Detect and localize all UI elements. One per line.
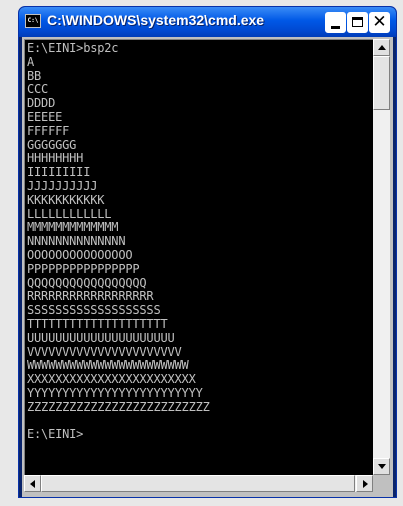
- output-line: LLLLLLLLLLLL: [27, 206, 112, 221]
- output-line: WWWWWWWWWWWWWWWWWWWWWWW: [27, 358, 189, 373]
- output-line: UUUUUUUUUUUUUUUUUUUUU: [27, 330, 175, 345]
- close-button[interactable]: ✕: [369, 12, 390, 33]
- output-line: PPPPPPPPPPPPPPPP: [27, 261, 140, 276]
- output-line: GGGGGGG: [27, 137, 77, 152]
- output-line: DDDD: [27, 96, 56, 111]
- output-line: RRRRRRRRRRRRRRRRRR: [27, 289, 154, 304]
- output-line: QQQQQQQQQQQQQQQQQ: [27, 275, 147, 290]
- window-frame: E:\EINI>bsp2c A BB CCC DDDD EEEEE FFFFFF GGGGGG…: [22, 37, 393, 497]
- scroll-down-button[interactable]: [373, 458, 390, 475]
- output-line: YYYYYYYYYYYYYYYYYYYYYYYYY: [27, 386, 203, 400]
- scroll-up-button[interactable]: [373, 39, 390, 56]
- output-line: ZZZZZZZZZZZZZZZZZZZZZZZZZZ: [27, 399, 210, 414]
- horizontal-scroll-thumb[interactable]: [41, 475, 355, 492]
- output-line: VVVVVVVVVVVVVVVVVVVVVV: [27, 344, 182, 359]
- arrow-up-icon: [378, 45, 386, 50]
- output-line: BB: [27, 68, 42, 83]
- output-line: NNNNNNNNNNNNNN: [27, 234, 126, 249]
- output-line: FFFFFF: [27, 123, 70, 138]
- scroll-left-button[interactable]: [24, 475, 41, 492]
- scroll-right-button[interactable]: [356, 475, 373, 492]
- output-line: IIIIIIIII: [27, 165, 91, 180]
- window-title: C:\WINDOWS\system32\cmd.exe: [47, 12, 265, 28]
- horizontal-scrollbar[interactable]: [24, 475, 373, 492]
- arrow-right-icon: [363, 480, 368, 488]
- cmd-window: C:\ C:\WINDOWS\system32\cmd.exe ✕ E:\EIN…: [18, 6, 397, 498]
- minimize-button[interactable]: [325, 12, 346, 33]
- output-line: JJJJJJJJJJ: [27, 179, 98, 193]
- prompt-line: E:\EINI>: [27, 427, 84, 442]
- output-line: CCC: [27, 82, 49, 97]
- arrow-down-icon: [378, 464, 386, 469]
- output-line: HHHHHHHH: [27, 151, 84, 166]
- output-line: A: [27, 54, 35, 69]
- title-bar[interactable]: C:\ C:\WINDOWS\system32\cmd.exe ✕: [19, 7, 396, 37]
- output-line: EEEEE: [27, 110, 63, 124]
- prompt-line: E:\EINI>bsp2c: [27, 41, 119, 55]
- vertical-scroll-thumb[interactable]: [373, 56, 390, 110]
- output-line: OOOOOOOOOOOOOOO: [27, 248, 133, 262]
- vertical-scrollbar[interactable]: [373, 39, 390, 475]
- output-line: KKKKKKKKKKK: [27, 192, 105, 207]
- output-line: MMMMMMMMMMMMM: [27, 220, 119, 235]
- console-output[interactable]: E:\EINI>bsp2c A BB CCC DDDD EEEEE FFFFFF GGGGGG…: [24, 39, 373, 476]
- arrow-left-icon: [30, 480, 35, 488]
- maximize-button[interactable]: [347, 12, 368, 33]
- resize-corner[interactable]: [373, 475, 390, 492]
- output-line: TTTTTTTTTTTTTTTTTTTT: [27, 317, 168, 331]
- cmd-app-icon[interactable]: C:\: [25, 14, 41, 28]
- output-line: SSSSSSSSSSSSSSSSSSS: [27, 303, 161, 318]
- output-line: XXXXXXXXXXXXXXXXXXXXXXXX: [27, 372, 196, 387]
